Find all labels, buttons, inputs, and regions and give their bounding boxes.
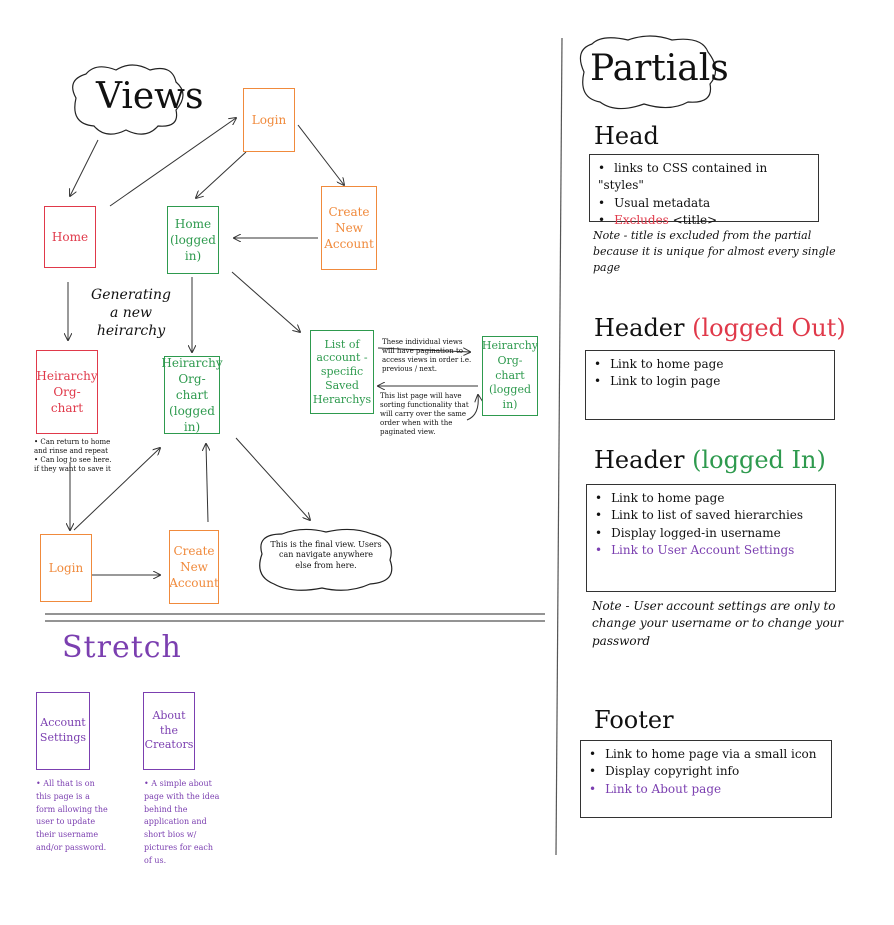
red-bullet-2: • Can log to see here. if they want to s…: [34, 456, 112, 474]
arrow-login-to-create: [297, 124, 344, 185]
home-label: Home: [51, 229, 89, 244]
head-item-3: Excludes <title>: [598, 212, 810, 229]
account-settings-note: • All that is on this page is a form all…: [36, 779, 108, 852]
home-logged-label-1: Home: [174, 216, 212, 231]
red-bullet-2-text: Can log to see here. if they want to sav…: [34, 456, 112, 474]
views-title: Views: [96, 76, 204, 117]
head-panel: links to CSS contained in "styles" Usual…: [589, 154, 819, 227]
create-top-label-1: Create: [328, 204, 370, 219]
pagination-note: These individual views will have paginat…: [382, 338, 472, 374]
account-settings-label-2: Settings: [39, 731, 87, 744]
generating-note: Generating a new heirarchy: [86, 286, 176, 341]
header-out-title-black: Header: [594, 314, 685, 342]
about-creators-label-3: Creators: [144, 738, 194, 752]
saved-list-label-1: List of: [324, 337, 360, 351]
generating-line-3: heirarchy: [96, 323, 166, 340]
header-in-title-black: Header: [594, 446, 685, 474]
about-creators-label-1: About: [152, 708, 186, 722]
footer-item-3: Link to About page: [589, 781, 823, 798]
create-top-label-3: Account: [324, 237, 374, 252]
hierarchy-right-label-4: in): [502, 398, 518, 412]
login-top-label: Login: [251, 112, 287, 127]
header-in-panel: Link to home page Link to list of saved …: [586, 484, 836, 592]
login-top-node: Login: [243, 88, 295, 152]
header-in-title: Header (logged In): [594, 446, 826, 474]
home-node: Home: [44, 206, 96, 268]
hierarchy-right-node: Heirarchy Org- chart (logged in): [482, 336, 538, 416]
footer-panel: Link to home page via a small icon Displ…: [580, 740, 832, 818]
saved-list-label-4: Saved: [325, 378, 359, 392]
head-title: Head: [594, 122, 659, 150]
head-note: Note - title is excluded from the partia…: [593, 229, 836, 274]
header-out-title-colored: (logged Out): [692, 314, 846, 342]
login-bottom-node: Login: [40, 534, 92, 602]
login-bottom-label: Login: [48, 560, 84, 575]
saved-list-label-2: account -: [316, 351, 368, 365]
head-item-2: Usual metadata: [598, 195, 810, 212]
hierarchy-green-label-3: (logged: [169, 404, 215, 419]
header-out-title: Header (logged Out): [594, 314, 846, 342]
hierarchy-red-label-2: Org-chart: [50, 384, 84, 416]
header-in-title-colored: (logged In): [692, 446, 826, 474]
hierarchy-red-node: Heirarchy Org-chart: [36, 350, 98, 434]
header-in-note: Note - User account settings are only to…: [592, 599, 844, 648]
account-settings-note-text: All that is on this page is a form allow…: [36, 779, 108, 852]
about-creators-label-2: the: [159, 723, 178, 737]
header-in-item-1: Link to home page: [595, 490, 827, 507]
vertical-divider: [555, 37, 563, 856]
excludes-word: Excludes: [614, 213, 669, 228]
account-settings-node: Account Settings: [36, 692, 90, 770]
hierarchy-right-label-2: Org- chart: [495, 353, 525, 382]
header-out-item-1: Link to home page: [594, 356, 826, 373]
saved-list-label-5: Herarchys: [312, 392, 372, 406]
arrow-login-to-home-logged: [196, 151, 247, 198]
stretch-title: Stretch: [62, 630, 182, 665]
sorting-note: This list page will have sorting functio…: [380, 392, 469, 437]
generating-line-2: a new: [109, 305, 153, 322]
create-bottom-label-3: Account: [169, 576, 219, 591]
final-view-note: This is the final view. Users can naviga…: [270, 540, 382, 570]
create-account-bottom-node: Create New Account: [169, 530, 219, 604]
excludes-rest: <title>: [672, 213, 718, 228]
hierarchy-green-label-4: in): [183, 420, 201, 435]
home-logged-label-3: in): [184, 249, 202, 264]
arrow-create-to-hierarchy-green: [206, 444, 208, 523]
header-in-item-3: Display logged-in username: [595, 525, 827, 542]
home-logged-label-2: (logged: [170, 232, 216, 247]
create-account-top-node: Create New Account: [321, 186, 377, 270]
hierarchy-red-bullets: • Can return to home and rinse and repea…: [34, 438, 114, 474]
red-bullet-1: • Can return to home and rinse and repea…: [34, 438, 111, 456]
account-settings-label-1: Account: [40, 716, 86, 730]
arrow-home-logged-to-list: [231, 271, 300, 332]
header-out-item-2: Link to login page: [594, 373, 826, 390]
header-out-panel: Link to home page Link to login page: [585, 350, 835, 420]
red-bullet-1-text: Can return to home and rinse and repeat: [34, 438, 111, 456]
saved-list-label-3: specific: [320, 365, 364, 379]
header-in-item-2: Link to list of saved hierarchies: [595, 507, 827, 524]
hierarchy-green-label-1: Heirarchy: [161, 355, 223, 370]
arrow-hierarchy-green-to-final: [235, 437, 310, 520]
generating-line-1: Generating: [91, 287, 171, 303]
partials-title: Partials: [590, 48, 729, 89]
hierarchy-right-label-1: Heirarchy: [481, 338, 539, 352]
about-creators-node: About the Creators: [143, 692, 195, 770]
footer-title: Footer: [594, 706, 674, 734]
hierarchy-right-label-3: (logged: [488, 383, 532, 397]
hierarchy-green-node: Heirarchy Org-chart (logged in): [161, 355, 223, 435]
hierarchy-green-label-2: Org-chart: [175, 371, 209, 402]
saved-list-node: List of account - specific Saved Herarch…: [310, 330, 374, 414]
header-in-item-4: Link to User Account Settings: [595, 542, 827, 559]
create-bottom-label-1: Create: [173, 543, 215, 558]
create-top-label-2: New: [335, 220, 363, 235]
about-creators-note-text: A simple about page with the idea behind…: [144, 779, 220, 865]
footer-item-2: Display copyright info: [589, 763, 823, 780]
home-logged-in-node: Home (logged in): [167, 206, 219, 274]
arrow-views-to-home: [70, 139, 99, 196]
footer-item-1: Link to home page via a small icon: [589, 746, 823, 763]
create-bottom-label-2: New: [180, 559, 208, 574]
head-item-1: links to CSS contained in "styles": [598, 160, 810, 195]
about-creators-note: • A simple about page with the idea behi…: [144, 779, 220, 865]
hierarchy-red-label-1: Heirarchy: [36, 368, 98, 383]
